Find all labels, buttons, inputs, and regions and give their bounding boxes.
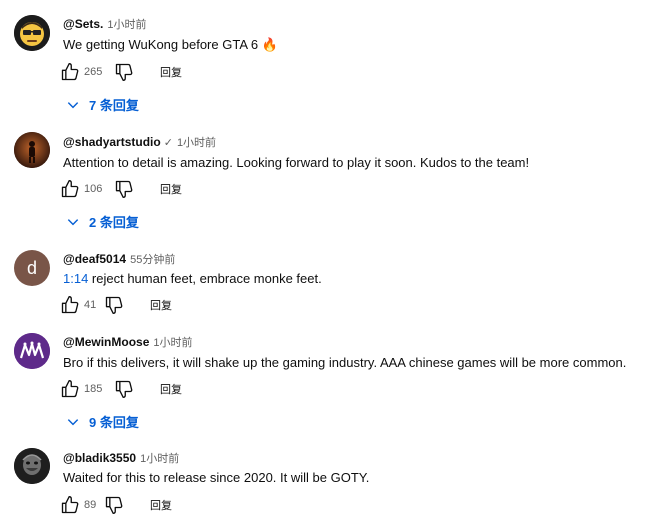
comment-text-body: reject human feet, embrace monke feet. (88, 271, 322, 286)
author-name[interactable]: @shadyartstudio (63, 135, 161, 149)
like-count: 185 (84, 383, 103, 395)
reply-button[interactable]: 回复 (150, 297, 172, 313)
author-name[interactable]: @bladik3550 (63, 451, 136, 465)
dislike-icon[interactable] (104, 295, 124, 315)
author-name[interactable]: @deaf5014 (63, 252, 126, 266)
avatar-face-icon (14, 15, 50, 51)
reply-button[interactable]: 回复 (160, 181, 182, 197)
chevron-down-icon (67, 418, 79, 425)
comment-actions: 106 回复 (60, 178, 182, 200)
reply-button[interactable]: 回复 (160, 64, 182, 80)
like-icon[interactable] (60, 495, 80, 515)
replies-label: 2 条回复 (89, 215, 139, 230)
verified-check-icon: ✓ (163, 137, 173, 149)
like-count: 265 (84, 66, 103, 78)
view-replies-button[interactable]: 9 条回复 (66, 412, 139, 431)
avatar-logo-icon (14, 333, 50, 369)
view-replies-button[interactable]: 2 条回复 (66, 212, 139, 231)
comment-text: 1:14 reject human feet, embrace monke fe… (63, 271, 322, 286)
comment-header: @deaf5014 55分钟前 (63, 251, 175, 267)
like-count: 89 (84, 499, 97, 511)
comment-time[interactable]: 1小时前 (107, 19, 146, 31)
comment-header: @MewinMoose 1小时前 (63, 334, 193, 350)
like-icon[interactable] (60, 179, 80, 199)
avatar-letter: d (26, 257, 37, 278)
comment-text: Waited for this to release since 2020. I… (63, 470, 370, 485)
comment-time[interactable]: 1小时前 (140, 453, 179, 465)
avatar[interactable] (14, 333, 50, 369)
chevron-down-icon (67, 101, 79, 108)
avatar[interactable] (14, 448, 50, 484)
comment-actions: 41 回复 (60, 294, 172, 316)
like-icon[interactable] (60, 295, 80, 315)
avatar[interactable] (14, 132, 50, 168)
comment-time[interactable]: 1小时前 (177, 137, 216, 149)
reply-button[interactable]: 回复 (160, 381, 182, 397)
comment-header: @Sets. 1小时前 (63, 16, 147, 32)
replies-label: 9 条回复 (89, 415, 139, 430)
comment-header: @bladik3550 1小时前 (63, 450, 179, 466)
comment-time[interactable]: 1小时前 (153, 337, 192, 349)
timestamp-link[interactable]: 1:14 (63, 271, 88, 286)
like-count: 41 (84, 299, 97, 311)
chevron-down-icon (67, 218, 79, 225)
dislike-icon[interactable] (104, 495, 124, 515)
comment-actions: 89 回复 (60, 494, 172, 516)
comment-text: Attention to detail is amazing. Looking … (63, 155, 530, 170)
like-count: 106 (84, 183, 103, 195)
comment-text: We getting WuKong before GTA 6 🔥 (63, 37, 278, 52)
comment-text: Bro if this delivers, it will shake up t… (63, 355, 627, 370)
reply-button[interactable]: 回复 (150, 497, 172, 513)
replies-label: 7 条回复 (89, 98, 139, 113)
avatar[interactable] (14, 15, 50, 51)
avatar-photo-icon (14, 448, 50, 484)
dislike-icon[interactable] (114, 62, 134, 82)
comment-header: @shadyartstudio ✓ 1小时前 (63, 134, 216, 150)
dislike-icon[interactable] (114, 179, 134, 199)
comment-actions: 265 回复 (60, 61, 182, 83)
author-name[interactable]: @Sets. (63, 17, 103, 31)
avatar-figure-icon (14, 132, 50, 168)
comment-time[interactable]: 55分钟前 (130, 254, 175, 266)
view-replies-button[interactable]: 7 条回复 (66, 95, 139, 114)
avatar[interactable]: d (14, 250, 50, 286)
author-name[interactable]: @MewinMoose (63, 335, 149, 349)
comment-actions: 185 回复 (60, 378, 182, 400)
dislike-icon[interactable] (114, 379, 134, 399)
like-icon[interactable] (60, 62, 80, 82)
like-icon[interactable] (60, 379, 80, 399)
